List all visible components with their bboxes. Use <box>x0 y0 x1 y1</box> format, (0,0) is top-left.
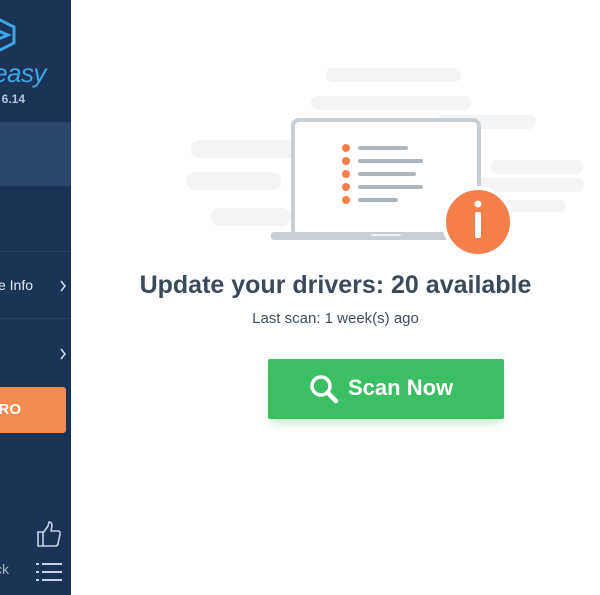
menu-icon[interactable] <box>36 562 62 582</box>
upgrade-pro-label: RO <box>0 401 21 418</box>
chevron-right-icon <box>60 348 67 360</box>
sidebar-item-2[interactable] <box>0 187 71 252</box>
thumbs-up-icon[interactable] <box>36 520 62 548</box>
sidebar-item-scan[interactable] <box>0 122 71 186</box>
logo-text: easy <box>0 58 46 88</box>
page-title: Update your drivers: 20 available <box>139 271 532 299</box>
logo-mark-icon <box>0 18 16 52</box>
last-scan-status: Last scan: 1 week(s) ago <box>252 310 419 327</box>
version-label: 6.14 <box>1 92 25 106</box>
scan-now-label: Scan Now <box>348 375 454 400</box>
main-panel: Update your drivers: 20 available Last s… <box>71 0 600 595</box>
scan-now-button[interactable]: Scan Now <box>268 359 504 419</box>
magnifier-icon <box>310 375 339 404</box>
upgrade-pro-button[interactable]: RO <box>0 387 66 433</box>
laptop-list-info-icon <box>186 68 584 258</box>
sidebar-item-4[interactable] <box>0 319 71 385</box>
feedback-label[interactable]: ck <box>0 561 9 577</box>
